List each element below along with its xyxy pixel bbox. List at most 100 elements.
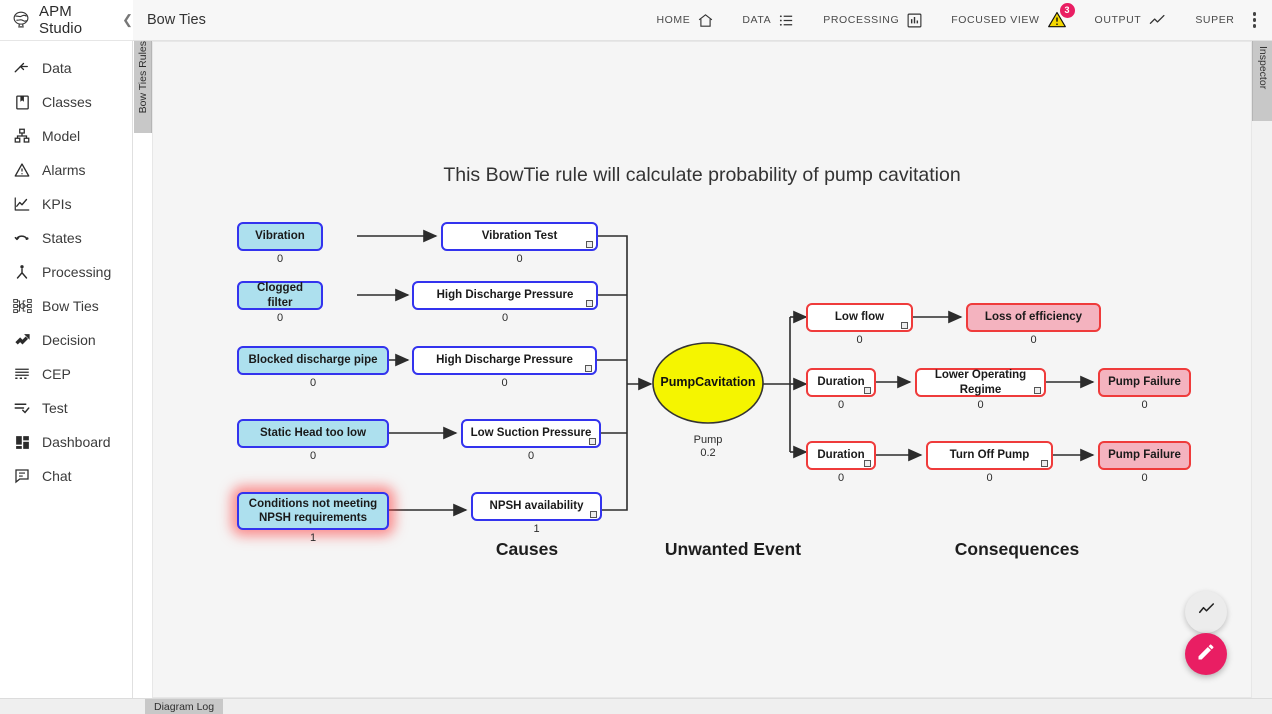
cause-value: 0: [237, 450, 389, 462]
trend-line-icon: [1148, 12, 1167, 29]
cause-barrier-vibration-test[interactable]: Vibration Test: [441, 222, 598, 251]
sidebar-item-classes[interactable]: Classes: [0, 85, 132, 119]
barrier-detail-icon[interactable]: [589, 438, 596, 445]
sidebar-item-test-label: Test: [42, 400, 68, 416]
sidebar-item-model-label: Model: [42, 128, 80, 144]
nav-processing-label: PROCESSING: [823, 14, 899, 26]
consequence-barrier-lower-operating-regime[interactable]: Lower Operating Regime: [915, 368, 1046, 397]
barrier-label: Duration: [812, 448, 869, 462]
nav-processing[interactable]: PROCESSING: [809, 0, 937, 41]
list-icon: [778, 12, 795, 29]
diagram-canvas[interactable]: This BowTie rule will calculate probabil…: [152, 41, 1252, 698]
cause-barrier-npsh-availability[interactable]: NPSH availability: [471, 492, 602, 521]
nav-home[interactable]: HOME: [642, 0, 728, 41]
cause-label: Blocked discharge pipe: [243, 353, 382, 367]
inspector-tab[interactable]: Inspector: [1252, 41, 1272, 121]
sidebar-item-processing-label: Processing: [42, 264, 111, 280]
cause-barrier-low-suction-pressure[interactable]: Low Suction Pressure: [461, 419, 601, 448]
home-icon: [697, 12, 714, 29]
consequence-barrier-duration-2[interactable]: Duration: [806, 441, 876, 470]
barrier-detail-icon[interactable]: [1034, 387, 1041, 394]
nav-data[interactable]: DATA: [728, 0, 809, 41]
barrier-value: 0: [441, 253, 598, 265]
barrier-detail-icon[interactable]: [864, 460, 871, 467]
sidebar-item-states-label: States: [42, 230, 82, 246]
barrier-value: 0: [412, 312, 598, 324]
sidebar-item-chat-label: Chat: [42, 468, 72, 484]
document-title: Bow Ties: [133, 12, 206, 28]
unwanted-event-sublabel: Pump: [633, 434, 783, 446]
hierarchy-icon: [12, 126, 32, 146]
kebab-menu-icon[interactable]: [1249, 12, 1267, 28]
barrier-detail-icon[interactable]: [590, 511, 597, 518]
diagram-log-tab-label: Diagram Log: [154, 701, 214, 713]
barrier-detail-icon[interactable]: [1041, 460, 1048, 467]
sidebar-item-states[interactable]: States: [0, 221, 132, 255]
sidebar-item-test[interactable]: Test: [0, 391, 132, 425]
bow-ties-rules-tab[interactable]: Bow Ties Rules: [134, 41, 152, 133]
barrier-detail-icon[interactable]: [586, 241, 593, 248]
cause-node-clogged-filter[interactable]: Clogged filter: [237, 281, 323, 310]
right-tab-rail: [1252, 121, 1272, 698]
sidebar-item-data[interactable]: Data: [0, 51, 132, 85]
unwanted-event-label[interactable]: PumpCavitation: [633, 375, 783, 389]
barrier-detail-icon[interactable]: [864, 387, 871, 394]
cause-node-static-head-too-low[interactable]: Static Head too low: [237, 419, 389, 448]
chart-fab-button[interactable]: [1185, 591, 1227, 633]
chevron-left-icon[interactable]: ❮: [122, 13, 133, 26]
barrier-label: Turn Off Pump: [945, 448, 1035, 462]
barrier-label: Lower Operating Regime: [917, 368, 1044, 396]
unwanted-event-subvalue: 0.2: [633, 447, 783, 459]
consequence-node-loss-of-efficiency[interactable]: Loss of efficiency: [966, 303, 1101, 332]
nav-output-label: OUTPUT: [1095, 14, 1142, 26]
sidebar-item-bow-ties[interactable]: Bow Ties: [0, 289, 132, 323]
cause-label: Conditions not meeting NPSH requirements: [239, 497, 387, 525]
consequence-value: 0: [1098, 399, 1191, 411]
consequence-node-pump-failure-1[interactable]: Pump Failure: [1098, 368, 1191, 397]
pencil-icon: [1196, 642, 1216, 667]
nav-super-label: SUPER: [1195, 14, 1234, 26]
barrier-label: Vibration Test: [477, 229, 563, 243]
barrier-detail-icon[interactable]: [901, 322, 908, 329]
barrier-value: 0: [806, 334, 913, 346]
nav-focused-view[interactable]: FOCUSED VIEW 3: [937, 0, 1080, 41]
cause-node-blocked-discharge-pipe[interactable]: Blocked discharge pipe: [237, 346, 389, 375]
consequence-barrier-turn-off-pump[interactable]: Turn Off Pump: [926, 441, 1053, 470]
consequence-node-pump-failure-2[interactable]: Pump Failure: [1098, 441, 1191, 470]
bow-ties-rules-tab-label: Bow Ties Rules: [137, 41, 149, 119]
diagram-log-tab[interactable]: Diagram Log: [145, 699, 223, 714]
barrier-value: 0: [806, 399, 876, 411]
sidebar-item-kpis[interactable]: KPIs: [0, 187, 132, 221]
cause-node-npsh-conditions[interactable]: Conditions not meeting NPSH requirements: [237, 492, 389, 530]
sidebar-item-model[interactable]: Model: [0, 119, 132, 153]
cause-node-vibration[interactable]: Vibration: [237, 222, 323, 251]
sidebar-item-cep[interactable]: CEP: [0, 357, 132, 391]
cause-label: Vibration: [250, 229, 310, 243]
sidebar-item-dashboard-label: Dashboard: [42, 434, 111, 450]
focused-view-badge: 3: [1060, 3, 1075, 18]
edit-fab-button[interactable]: [1185, 633, 1227, 675]
cause-barrier-high-discharge-pressure-2[interactable]: High Discharge Pressure: [412, 346, 597, 375]
nav-super[interactable]: SUPER: [1181, 0, 1248, 41]
sidebar-item-chat[interactable]: Chat: [0, 459, 132, 493]
sidebar-item-processing[interactable]: Processing: [0, 255, 132, 289]
nav-output[interactable]: OUTPUT: [1081, 0, 1182, 41]
consequence-barrier-low-flow[interactable]: Low flow: [806, 303, 913, 332]
sidebar-item-dashboard[interactable]: Dashboard: [0, 425, 132, 459]
barrier-detail-icon[interactable]: [585, 365, 592, 372]
cause-label: Static Head too low: [255, 426, 371, 440]
dashboard-grid-icon: [12, 432, 32, 452]
sidebar-item-alarms[interactable]: Alarms: [0, 153, 132, 187]
barrier-label: Low Suction Pressure: [466, 426, 597, 440]
sidebar: Data Classes Model: [0, 41, 133, 714]
brand-area[interactable]: APM Studio ❮: [0, 0, 133, 41]
barrier-value: 0: [926, 472, 1053, 484]
sidebar-item-classes-label: Classes: [42, 94, 92, 110]
nav-home-label: HOME: [656, 14, 690, 26]
consequence-label: Pump Failure: [1103, 375, 1186, 389]
consequence-barrier-duration-1[interactable]: Duration: [806, 368, 876, 397]
cause-barrier-high-discharge-pressure-1[interactable]: High Discharge Pressure: [412, 281, 598, 310]
sidebar-item-decision[interactable]: Decision: [0, 323, 132, 357]
barrier-detail-icon[interactable]: [586, 300, 593, 307]
nav-focused-view-label: FOCUSED VIEW: [951, 14, 1039, 26]
